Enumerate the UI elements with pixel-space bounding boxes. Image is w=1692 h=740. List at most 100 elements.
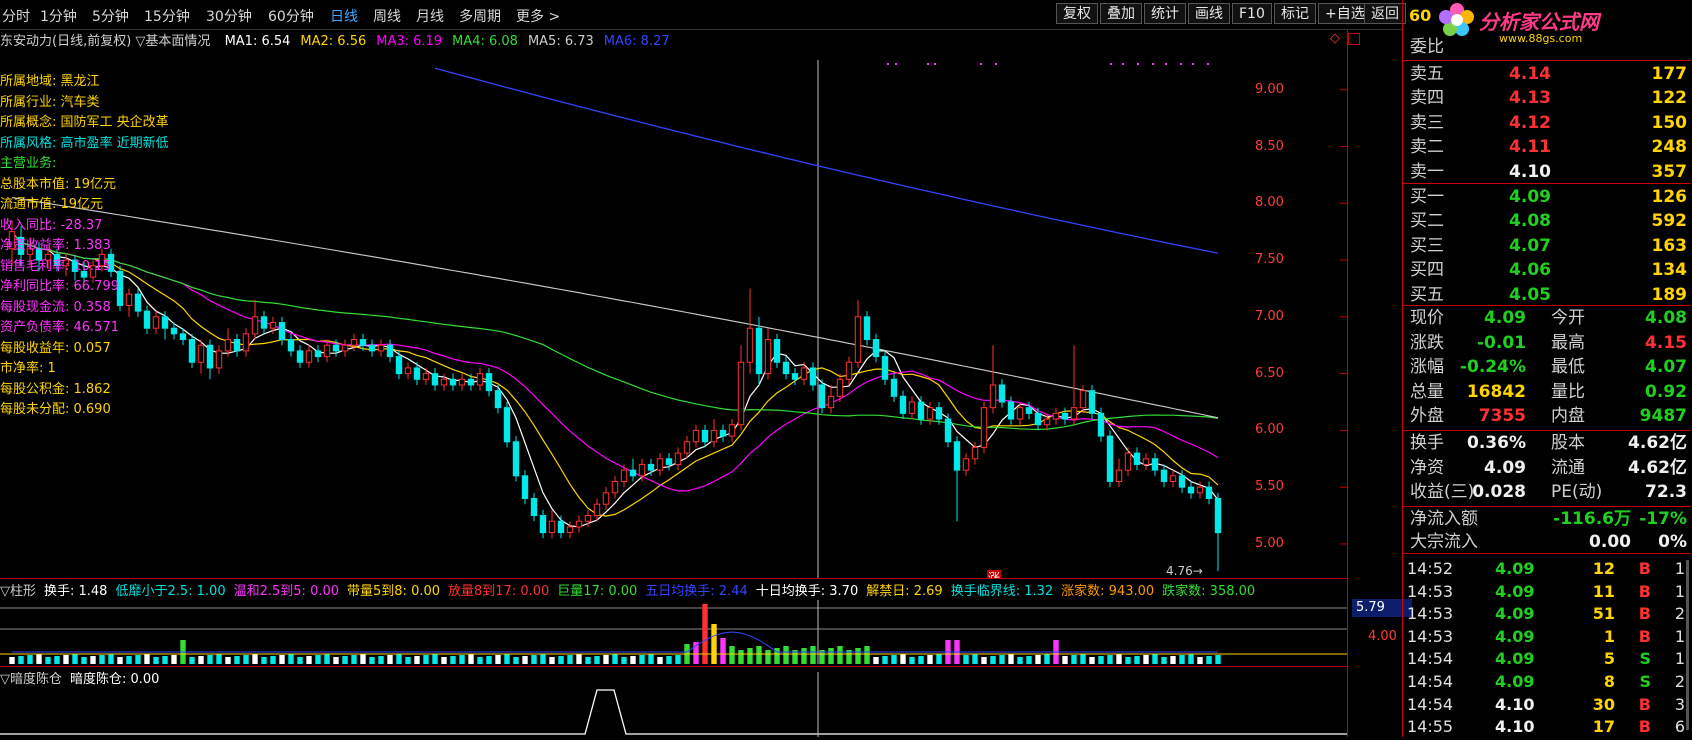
candle bbox=[692, 424, 700, 448]
period-toolbar: 分时 1分钟 5分钟 15分钟 30分钟 60分钟 日线 周线 月线 多周期 更… bbox=[0, 0, 1406, 30]
signal-dot bbox=[895, 63, 897, 65]
stat-value: 0.028 bbox=[1472, 482, 1526, 503]
volume-bar bbox=[225, 657, 231, 664]
draw-button[interactable]: 画线 bbox=[1188, 3, 1230, 24]
level-volume: 134 bbox=[1651, 260, 1688, 281]
stat-label: 净资 bbox=[1410, 457, 1444, 478]
volume-legend-item: 五日均换手: 2.44 bbox=[645, 584, 748, 599]
period-tab-timeshare[interactable]: 分时 bbox=[2, 6, 30, 26]
ask-level-row[interactable]: 卖四 4.13 122 bbox=[1403, 85, 1691, 111]
period-tab-daily[interactable]: 日线 bbox=[330, 6, 358, 26]
candle-body bbox=[800, 367, 808, 380]
ask-level-row[interactable]: 卖三 4.12 150 bbox=[1403, 110, 1691, 136]
ask-level-row[interactable]: 卖二 4.11 248 bbox=[1403, 134, 1691, 160]
signal-dot bbox=[995, 63, 997, 65]
candle-body bbox=[179, 333, 187, 341]
volume-bar bbox=[1215, 655, 1221, 664]
volume-legend-item: 涨家数: 943.00 bbox=[1061, 584, 1155, 599]
period-tab-1min[interactable]: 1分钟 bbox=[40, 6, 77, 26]
volume-bar bbox=[243, 655, 249, 664]
bid-level-row[interactable]: 买二 4.08 592 bbox=[1403, 208, 1691, 234]
indicator-selector[interactable]: ▽基本面情况 bbox=[135, 34, 210, 49]
candle-body bbox=[413, 367, 421, 380]
volume-bar bbox=[405, 657, 411, 664]
volume-bar bbox=[135, 655, 141, 664]
candle-body bbox=[890, 378, 898, 397]
stat-label: 涨跌 bbox=[1410, 332, 1444, 353]
volume-bar bbox=[504, 654, 510, 664]
flow-value: 0.00 bbox=[1589, 532, 1631, 552]
candle bbox=[422, 367, 430, 385]
bid-level-row[interactable]: 买四 4.06 134 bbox=[1403, 257, 1691, 283]
volume-bar bbox=[990, 656, 996, 664]
stat-value: 16842 bbox=[1466, 381, 1526, 402]
period-tab-more[interactable]: 更多 > bbox=[516, 6, 560, 26]
volume-bar bbox=[657, 657, 663, 664]
candle-body bbox=[935, 407, 943, 420]
overlay-button[interactable]: 叠加 bbox=[1100, 3, 1142, 24]
candle-body bbox=[593, 503, 601, 517]
period-tab-30min[interactable]: 30分钟 bbox=[206, 6, 252, 26]
volume-bar bbox=[981, 657, 987, 664]
mark-button[interactable]: 标记 bbox=[1274, 3, 1316, 24]
period-tab-60min[interactable]: 60分钟 bbox=[268, 6, 314, 26]
candle-body bbox=[620, 469, 628, 482]
candle-body bbox=[1043, 418, 1051, 426]
candle-body bbox=[863, 316, 871, 341]
volume-legend-item: 放量8到17: 0.00 bbox=[448, 584, 550, 599]
candle bbox=[1088, 384, 1096, 420]
ask-level-row[interactable]: 卖五 4.14 177 bbox=[1403, 61, 1691, 87]
period-tab-multi[interactable]: 多周期 bbox=[459, 6, 501, 26]
candle-body bbox=[548, 520, 556, 534]
period-tab-5min[interactable]: 5分钟 bbox=[92, 6, 129, 26]
ma-legend: MA1: 6.54 MA2: 6.56 MA3: 6.19 MA4: 6.08 MA5:… bbox=[215, 34, 670, 49]
volume-bar bbox=[450, 656, 456, 664]
volume-bar bbox=[576, 654, 582, 664]
candle-body bbox=[1097, 412, 1105, 437]
ask-level-row[interactable]: 卖一 4.10 357 bbox=[1403, 159, 1691, 185]
f10-button[interactable]: F10 bbox=[1232, 3, 1272, 24]
adjust-button[interactable]: 复权 bbox=[1056, 3, 1098, 24]
period-tab-15min[interactable]: 15分钟 bbox=[144, 6, 190, 26]
candle bbox=[782, 356, 790, 380]
stat-label: PE(动) bbox=[1551, 482, 1603, 503]
volume-bar bbox=[549, 657, 555, 664]
ma-label-5: MA5: 6.73 bbox=[527, 34, 594, 49]
volume-bar bbox=[333, 657, 339, 664]
candle bbox=[377, 339, 385, 357]
candle-body bbox=[782, 361, 790, 375]
trade-tick-row[interactable]: 14:55 4.10 17 B 6 bbox=[1403, 714, 1691, 740]
candle bbox=[287, 333, 295, 357]
candle-body bbox=[260, 316, 268, 329]
stats-button[interactable]: 统计 bbox=[1144, 3, 1186, 24]
fundamental-item: 每股现金流: 0.358 bbox=[0, 299, 111, 315]
quote-stat-row: 现价 4.09 今开 4.08 bbox=[1403, 306, 1691, 331]
candle bbox=[341, 339, 349, 357]
volume-bar bbox=[1134, 656, 1140, 664]
window-toggle-icon[interactable] bbox=[1348, 33, 1360, 45]
bid-level-row[interactable]: 买一 4.09 126 bbox=[1403, 184, 1691, 210]
candle bbox=[629, 458, 637, 482]
level-label: 买三 bbox=[1410, 235, 1444, 256]
price-tick-label: 6.00 bbox=[1255, 422, 1284, 438]
candle-body bbox=[701, 429, 709, 443]
tick-scrollbar[interactable] bbox=[1686, 560, 1689, 730]
back-button[interactable]: 返回 bbox=[1364, 3, 1406, 24]
candle bbox=[1115, 458, 1123, 488]
period-tab-monthly[interactable]: 月线 bbox=[416, 6, 444, 26]
volume-bar bbox=[765, 650, 771, 664]
level-volume: 122 bbox=[1651, 88, 1688, 109]
candle-body bbox=[404, 367, 412, 375]
bid-level-row[interactable]: 买三 4.07 163 bbox=[1403, 233, 1691, 259]
price-tick-label: 5.00 bbox=[1255, 535, 1284, 551]
bid-level-row[interactable]: 买五 4.05 189 bbox=[1403, 282, 1691, 308]
level-label: 买二 bbox=[1410, 211, 1444, 232]
candle bbox=[449, 373, 457, 391]
period-tab-weekly[interactable]: 周线 bbox=[373, 6, 401, 26]
candle bbox=[737, 345, 745, 431]
level-price: 4.06 bbox=[1509, 260, 1551, 281]
candle-body bbox=[314, 350, 322, 358]
level-price: 4.05 bbox=[1509, 284, 1551, 305]
diamond-icon[interactable]: ◇ bbox=[1330, 31, 1340, 46]
candle-body bbox=[269, 322, 277, 329]
